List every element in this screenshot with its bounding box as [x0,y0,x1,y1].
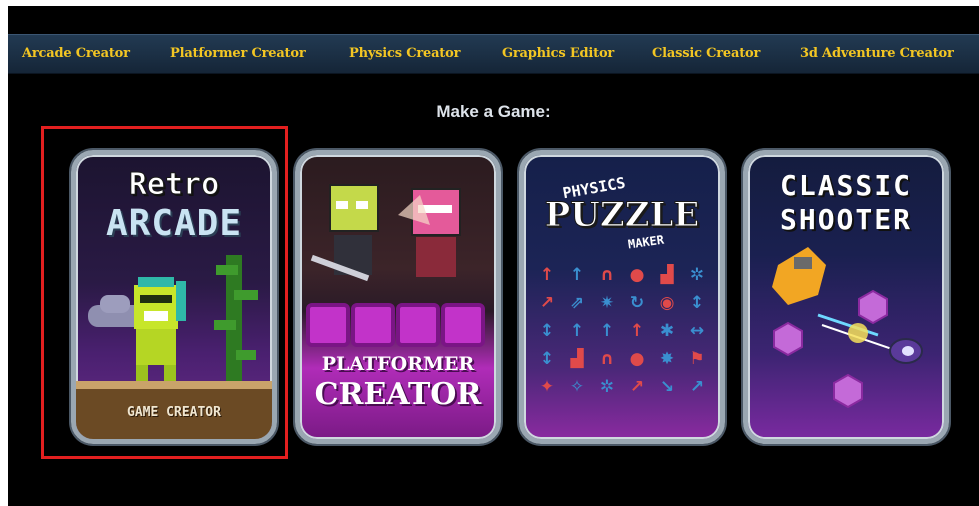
factory-icon: ▟ [570,349,584,369]
up-arrow-icon: ↑ [629,321,645,341]
physics-puzzle-card[interactable]: PHYSICS PUZZLE MAKER ↑ ↑ ∩ ● ▟ ✲ ↗ ⇗ ✷ ↻… [519,150,725,444]
up-down-arrow-icon: ↕ [689,293,705,313]
page-heading: Make a Game: [436,102,551,121]
nav-physics-creator[interactable]: Physics Creator [349,35,460,73]
up-down-arrow-icon: ↕ [539,321,555,341]
gear-icon: ✷ [599,293,615,313]
arrows-icon: ↗ [629,377,645,397]
retro-arcade-artwork [76,255,272,439]
retro-arcade-card[interactable]: Retro ARCADE GAME CREATOR [71,150,277,444]
nav-graphics-editor[interactable]: Graphics Editor [502,35,614,73]
magnet-icon: ∩ [600,349,614,369]
arrows-icon: ↗ [689,377,705,397]
platformer-creator-card[interactable]: PLATFORMER CREATOR [295,150,501,444]
arrows-icon: ↗ [539,293,555,313]
top-nav: Arcade Creator Platformer Creator Physic… [8,34,979,74]
classic-shooter-card[interactable]: CLASSIC SHOOTER [743,150,949,444]
gear-icon: ✸ [659,349,675,369]
bomb-icon: ◉ [659,293,675,313]
swap-icon: ↔ [689,321,705,341]
motor-icon: ● [629,349,645,369]
up-arrow-icon: ↑ [599,321,615,341]
arrows-icon: ↘ [659,377,675,397]
rotate-icon: ↻ [629,293,645,313]
fan-icon: ✲ [689,265,705,285]
magnet-icon: ∩ [600,265,614,285]
creator-title: CREATOR [314,377,482,412]
flag-icon: ⚑ [689,349,705,369]
gear-icon: ✱ [659,321,675,341]
nav-platformer-creator[interactable]: Platformer Creator [170,35,306,73]
nav-3d-adventure-creator[interactable]: 3d Adventure Creator [800,35,954,73]
up-arrow-icon: ↑ [569,321,585,341]
fan-icon: ✲ [599,377,615,397]
factory-icon: ▟ [660,265,674,285]
nav-arcade-creator[interactable]: Arcade Creator [22,35,130,73]
up-arrow-icon: ↑ [569,265,585,285]
up-arrow-icon: ↑ [539,265,555,285]
classic-shooter-artwork [772,247,923,409]
nav-classic-creator[interactable]: Classic Creator [652,35,760,73]
star-icon: ✦ [539,377,555,397]
up-down-arrow-icon: ↕ [539,349,555,369]
game-creator-label: GAME CREATOR [127,405,221,420]
star-icon: ✧ [569,377,585,397]
page: Arcade Creator Platformer Creator Physic… [8,6,979,506]
platformer-title: PLATFORMER [321,353,475,375]
motor-icon: ● [629,265,645,285]
arrows-icon: ⇗ [569,293,585,313]
